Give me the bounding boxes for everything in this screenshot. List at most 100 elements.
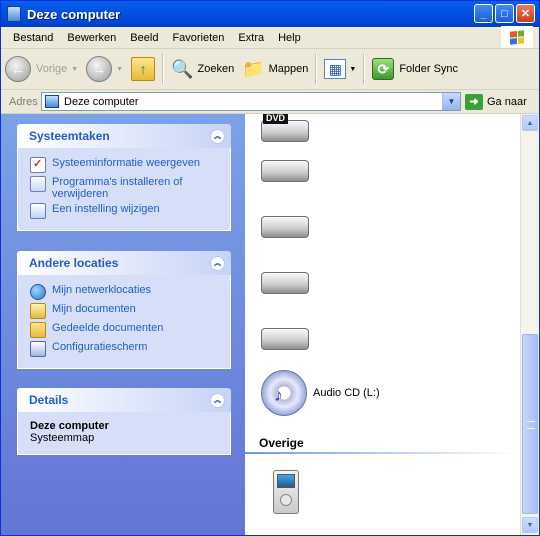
folder-sync-button[interactable]: ⟳ Folder Sync: [368, 53, 462, 85]
place-label: Mijn documenten: [52, 303, 136, 315]
forward-button[interactable]: → ▼: [82, 53, 127, 85]
task-add-remove-programs[interactable]: Programma's installeren of verwijderen: [30, 176, 220, 200]
forward-dropdown-icon[interactable]: ▼: [116, 66, 123, 73]
views-dropdown-icon[interactable]: ▼: [349, 66, 356, 73]
menu-help[interactable]: Help: [271, 32, 308, 44]
scroll-grip: [527, 421, 535, 429]
folders-button[interactable]: 📁 Mappen: [238, 53, 312, 85]
computer-icon: [45, 95, 59, 108]
back-arrow-icon: ←: [5, 56, 31, 82]
title-bar[interactable]: Deze computer _ □ ✕: [1, 1, 539, 27]
folders-icon: 📁: [242, 58, 265, 79]
menu-bewerken[interactable]: Bewerken: [60, 32, 123, 44]
player-wheel: [280, 494, 292, 506]
toolbar-separator: [162, 54, 165, 84]
drive-icon: [261, 160, 309, 182]
task-label: Een instelling wijzigen: [52, 203, 160, 215]
place-network[interactable]: Mijn netwerklocaties: [30, 284, 220, 300]
vertical-scrollbar[interactable]: ▲ ▼: [520, 114, 539, 535]
drive-item[interactable]: [261, 160, 309, 182]
drive-item[interactable]: [261, 272, 309, 294]
folders-label: Mappen: [268, 63, 309, 75]
address-dropdown-icon[interactable]: ▼: [442, 93, 460, 110]
menu-bestand[interactable]: Bestand: [1, 32, 60, 44]
place-label: Gedeelde documenten: [52, 322, 164, 334]
forward-arrow-icon: →: [86, 56, 113, 82]
place-label: Configuratiescherm: [52, 341, 148, 353]
collapse-icon[interactable]: ︽: [210, 255, 225, 271]
search-button[interactable]: 🔍 Zoeken: [167, 53, 238, 85]
drive-icon: [261, 272, 309, 294]
task-change-setting[interactable]: Een instelling wijzigen: [30, 203, 220, 219]
views-icon: ▦: [324, 59, 347, 79]
place-my-documents[interactable]: Mijn documenten: [30, 303, 220, 319]
details-title: Details: [29, 393, 69, 407]
collapse-icon[interactable]: ︽: [210, 128, 225, 144]
change-setting-icon: [30, 203, 46, 219]
shared-documents-icon: [30, 322, 46, 338]
drive-icon: [261, 216, 309, 238]
audio-cd-icon: ♪: [261, 370, 307, 416]
details-panel: Details ︽ Deze computer Systeemmap: [17, 388, 231, 455]
dvd-drive[interactable]: DVD: [261, 114, 309, 142]
back-dropdown-icon[interactable]: ▼: [71, 66, 78, 73]
scroll-down-icon[interactable]: ▼: [522, 517, 538, 533]
collapse-icon[interactable]: ︽: [210, 392, 225, 408]
drive-item[interactable]: [261, 328, 309, 350]
scroll-thumb[interactable]: [522, 334, 538, 514]
scroll-up-icon[interactable]: ▲: [522, 115, 538, 131]
other-places-title: Andere locaties: [29, 256, 119, 270]
group-header-other: Overige: [259, 436, 304, 450]
explorer-window: Deze computer _ □ ✕ Bestand Bewerken Bee…: [0, 0, 540, 536]
go-label: Ga naar: [487, 95, 527, 108]
content-pane: DVD ♪ Audio CD (L:) Overige: [245, 114, 520, 535]
audio-cd-label: Audio CD (L:): [313, 387, 380, 399]
network-places-icon: [30, 284, 46, 300]
my-documents-icon: [30, 303, 46, 319]
system-tasks-header[interactable]: Systeemtaken ︽: [17, 124, 231, 148]
drive-icon: [261, 328, 309, 350]
go-arrow-icon: ➜: [465, 93, 483, 110]
details-header[interactable]: Details ︽: [17, 388, 231, 412]
task-system-info[interactable]: Systeeminformatie weergeven: [30, 157, 220, 173]
task-label: Systeeminformatie weergeven: [52, 157, 200, 169]
music-note-icon: ♪: [274, 385, 283, 405]
drive-item[interactable]: [261, 216, 309, 238]
menu-beeld[interactable]: Beeld: [123, 32, 165, 44]
place-control-panel[interactable]: Configuratiescherm: [30, 341, 220, 357]
details-type: Systeemmap: [30, 432, 95, 444]
back-button[interactable]: ← Vorige ▼: [1, 53, 82, 85]
audio-cd-drive[interactable]: ♪ Audio CD (L:): [261, 370, 380, 416]
system-tasks-title: Systeemtaken: [29, 129, 110, 143]
minimize-button[interactable]: _: [474, 4, 493, 23]
other-places-panel: Andere locaties ︽ Mijn netwerklocaties M…: [17, 251, 231, 369]
close-button[interactable]: ✕: [516, 4, 535, 23]
dvd-badge: DVD: [263, 114, 289, 124]
other-places-header[interactable]: Andere locaties ︽: [17, 251, 231, 275]
toolbar-separator: [363, 54, 366, 84]
media-player-device-icon[interactable]: [273, 470, 299, 514]
go-button[interactable]: ➜ Ga naar: [465, 93, 527, 110]
control-panel-icon: [30, 341, 46, 357]
window-title: Deze computer: [27, 6, 121, 22]
group-divider: [245, 452, 517, 454]
toolbar: ← Vorige ▼ → ▼ ↑ 🔍 Zoeken 📁 Mappen ▦ ▼ ⟳…: [1, 49, 539, 90]
maximize-button[interactable]: □: [495, 4, 514, 23]
up-button[interactable]: ↑: [127, 53, 159, 85]
system-info-icon: [30, 157, 46, 173]
folder-sync-icon: ⟳: [372, 58, 395, 80]
player-screen: [277, 474, 295, 488]
details-name: Deze computer: [30, 420, 109, 432]
computer-icon: [7, 6, 21, 22]
toolbar-separator: [315, 54, 318, 84]
place-shared-documents[interactable]: Gedeelde documenten: [30, 322, 220, 338]
views-button[interactable]: ▦ ▼: [320, 53, 360, 85]
menu-extra[interactable]: Extra: [231, 32, 271, 44]
address-field[interactable]: Deze computer ▼: [41, 92, 461, 111]
windows-logo-icon: [501, 26, 533, 48]
folder-up-icon: ↑: [131, 57, 156, 81]
address-value: Deze computer: [64, 95, 139, 108]
menu-favorieten[interactable]: Favorieten: [165, 32, 231, 44]
folder-sync-label: Folder Sync: [399, 63, 459, 75]
system-tasks-panel: Systeemtaken ︽ Systeeminformatie weergev…: [17, 124, 231, 231]
